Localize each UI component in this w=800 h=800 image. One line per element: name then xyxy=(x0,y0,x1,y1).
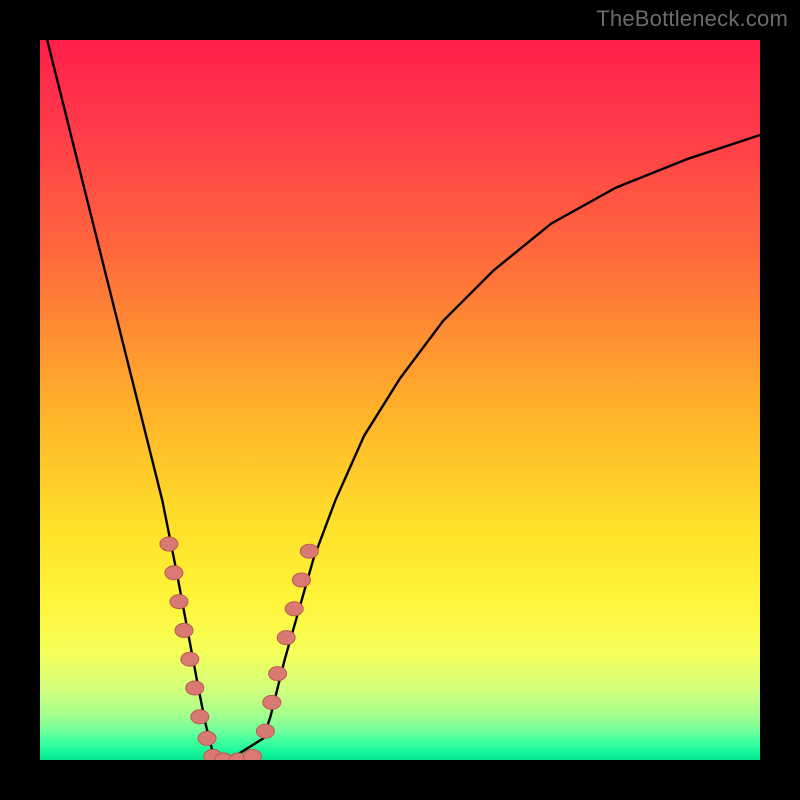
dot xyxy=(191,710,209,724)
watermark-text: TheBottleneck.com xyxy=(596,6,788,32)
dot xyxy=(170,595,188,609)
bottleneck-curve xyxy=(47,40,760,760)
dot xyxy=(263,695,281,709)
dot xyxy=(181,652,199,666)
dot xyxy=(165,566,183,580)
dot xyxy=(198,731,216,745)
dot xyxy=(292,573,310,587)
curve-layer xyxy=(40,40,760,760)
dot xyxy=(160,537,178,551)
dot xyxy=(256,724,274,738)
highlight-dots xyxy=(160,537,318,760)
dot xyxy=(186,681,204,695)
dot xyxy=(285,602,303,616)
dot xyxy=(269,667,287,681)
dot xyxy=(243,749,261,760)
plot-area xyxy=(40,40,760,760)
dot xyxy=(175,623,193,637)
chart-frame: TheBottleneck.com xyxy=(0,0,800,800)
dot xyxy=(300,544,318,558)
dot xyxy=(277,631,295,645)
